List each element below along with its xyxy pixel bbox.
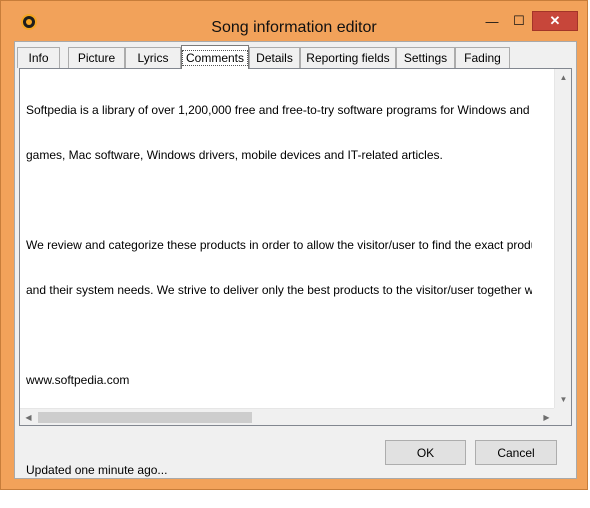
tab-label: Details bbox=[256, 51, 293, 65]
comments-text-area[interactable]: Softpedia is a library of over 1,200,000… bbox=[19, 68, 572, 477]
scrollbar-corner bbox=[554, 408, 571, 425]
tab-label: Picture bbox=[77, 51, 116, 65]
tab-picture[interactable]: Picture bbox=[68, 47, 125, 68]
tab-label: Reporting fields bbox=[306, 51, 390, 65]
scroll-up-icon[interactable]: ▲ bbox=[555, 69, 572, 86]
tab-label: Settings bbox=[403, 51, 448, 65]
tab-info[interactable]: Info bbox=[17, 47, 60, 68]
dialog-client-area: Info Picture Lyrics Comments Details Rep… bbox=[14, 41, 577, 479]
horizontal-scroll-thumb[interactable] bbox=[38, 412, 252, 423]
tab-lyrics[interactable]: Lyrics bbox=[125, 47, 181, 68]
comment-line: and their system needs. We strive to del… bbox=[26, 283, 532, 297]
vertical-scrollbar[interactable]: ▲ ▼ bbox=[554, 69, 571, 408]
song-info-editor-window: Song information editor — ☐ ✕ Info Pictu… bbox=[0, 0, 588, 490]
minimize-button[interactable]: — bbox=[478, 11, 506, 31]
tab-label: Fading bbox=[464, 51, 501, 65]
maximize-button[interactable]: ☐ bbox=[506, 11, 532, 31]
scroll-left-icon[interactable]: ◀ bbox=[20, 409, 37, 426]
close-button[interactable]: ✕ bbox=[532, 11, 578, 31]
tab-comments[interactable]: Comments bbox=[181, 45, 249, 69]
tab-reporting-fields[interactable]: Reporting fields bbox=[300, 47, 396, 68]
tab-fading[interactable]: Fading bbox=[455, 47, 510, 68]
comment-line: Updated one minute ago... bbox=[26, 463, 168, 477]
scroll-down-icon[interactable]: ▼ bbox=[555, 391, 572, 408]
tab-label: Comments bbox=[182, 49, 249, 66]
tab-strip: Info Picture Lyrics Comments Details Rep… bbox=[17, 44, 574, 69]
comment-line: We review and categorize these products … bbox=[26, 238, 532, 252]
scroll-right-icon[interactable]: ▶ bbox=[538, 409, 555, 426]
ok-button[interactable]: OK bbox=[385, 440, 466, 465]
tab-label: Lyrics bbox=[137, 51, 169, 65]
horizontal-scrollbar[interactable]: ◀ ▶ bbox=[20, 408, 555, 425]
tab-settings[interactable]: Settings bbox=[396, 47, 455, 68]
comment-line: games, Mac software, Windows drivers, mo… bbox=[26, 148, 443, 162]
tab-details[interactable]: Details bbox=[249, 47, 300, 68]
title-bar[interactable]: Song information editor — ☐ ✕ bbox=[1, 1, 587, 39]
cancel-button[interactable]: Cancel bbox=[475, 440, 557, 465]
comment-line: Softpedia is a library of over 1,200,000… bbox=[26, 103, 530, 117]
tab-label: Info bbox=[28, 51, 49, 65]
comment-line: www.softpedia.com bbox=[26, 373, 130, 387]
